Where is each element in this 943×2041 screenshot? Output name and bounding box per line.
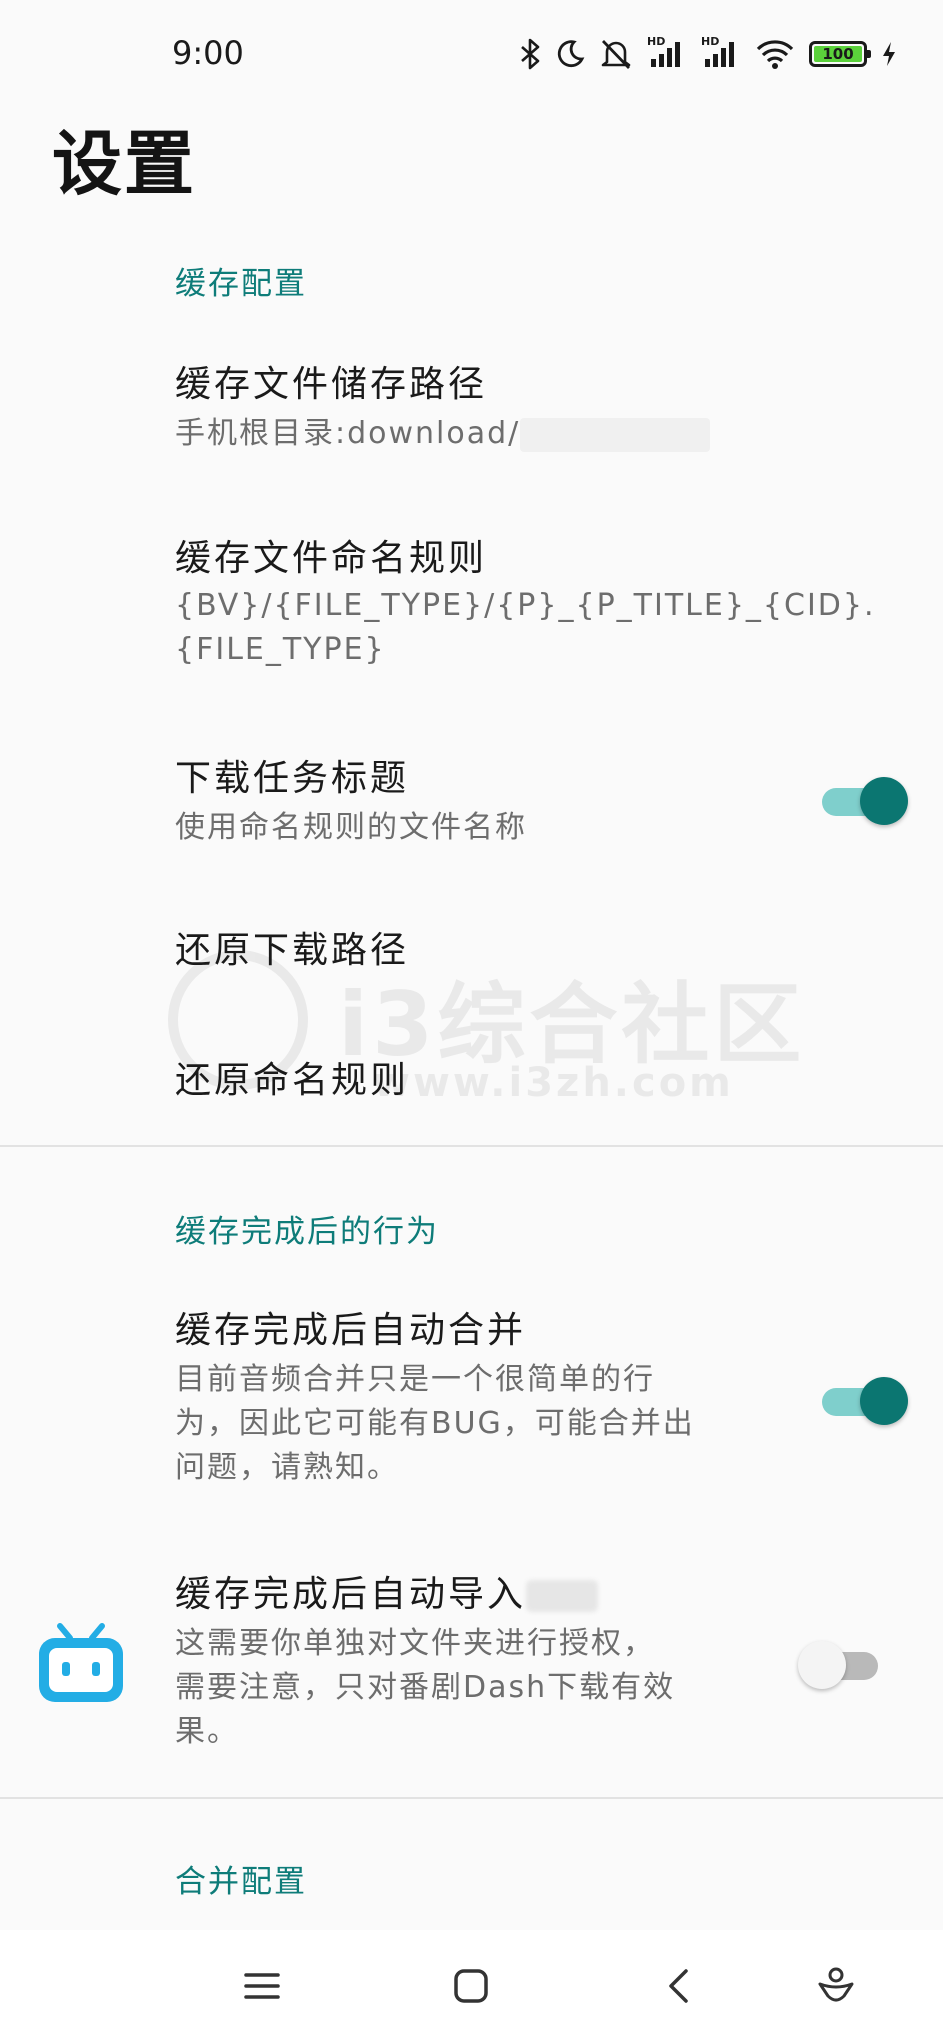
setting-subtitle: 手机根目录:download/ — [175, 412, 755, 456]
moon-icon — [557, 40, 585, 68]
setting-restore-path[interactable]: 还原下载路径 — [175, 926, 755, 976]
battery-tip — [867, 50, 871, 58]
redacted-word — [526, 1580, 599, 1612]
battery-level: 100 — [814, 45, 862, 63]
auto-import-switch[interactable] — [798, 1636, 882, 1692]
status-icons: HD HD 100 — [519, 34, 897, 74]
setting-auto-merge[interactable]: 缓存完成后自动合并 目前音频合并只是一个很简单的行 为，因此它可能有BUG，可能… — [175, 1306, 755, 1490]
setting-restore-naming[interactable]: 还原命名规则 — [175, 1056, 755, 1106]
setting-title: 缓存文件储存路径 — [175, 364, 488, 405]
switch-thumb — [860, 1377, 908, 1425]
switch-thumb — [798, 1641, 846, 1689]
settings-screen: 9:00 HD HD 100 设置 i3综合社区 www.i3zh.com 缓存… — [0, 0, 943, 2041]
setting-cache-path[interactable]: 缓存文件储存路径 手机根目录:download/ — [175, 360, 755, 456]
hd-label: HD — [647, 35, 666, 48]
navigation-bar — [0, 1930, 943, 2041]
setting-title: 缓存完成后自动导入 — [175, 1570, 755, 1620]
section-header-after-cache: 缓存完成后的行为 — [175, 1214, 439, 1250]
setting-title: 缓存文件命名规则 — [175, 538, 488, 579]
back-icon — [669, 1969, 688, 2003]
setting-title-text: 缓存完成后自动导入 — [175, 1574, 527, 1615]
section-divider — [0, 1797, 943, 1799]
assistant-button[interactable] — [806, 1956, 866, 2016]
menu-icon — [244, 1973, 280, 1999]
section-header-merge-config: 合并配置 — [175, 1864, 307, 1900]
setting-subtitle: 使用命名规则的文件名称 — [175, 810, 527, 845]
section-divider — [0, 1145, 943, 1147]
status-time: 9:00 — [172, 34, 244, 72]
setting-subtitle-line: 需要注意，只对番剧Dash下载有效 — [175, 1670, 676, 1705]
section-header-cache-config: 缓存配置 — [175, 266, 307, 302]
back-button[interactable] — [648, 1956, 708, 2016]
setting-subtitle-line: 目前音频合并只是一个很简单的行 — [175, 1362, 655, 1397]
setting-subtitle-line: 问题，请熟知。 — [175, 1450, 399, 1485]
charging-icon — [883, 42, 895, 66]
switch-thumb — [860, 777, 908, 825]
mute-icon — [601, 40, 631, 69]
path-text: 手机根目录:download/ — [175, 416, 521, 451]
signal-hd-2: HD — [701, 35, 741, 69]
status-bar: 9:00 HD HD 100 — [0, 0, 943, 110]
auto-merge-switch[interactable] — [822, 1372, 908, 1428]
battery-icon: 100 — [809, 41, 871, 67]
assistant-icon — [818, 1967, 854, 2002]
bilibili-tv-icon[interactable] — [36, 1622, 126, 1706]
bluetooth-icon — [521, 38, 540, 70]
setting-subtitle-line: 果。 — [175, 1714, 239, 1749]
setting-subtitle-line: {BV}/{FILE_TYPE}/{P}_{P_TITLE}_{CID}. — [175, 588, 876, 623]
page-title: 设置 — [52, 123, 196, 205]
menu-button[interactable] — [232, 1956, 292, 2016]
setting-subtitle-line: 为，因此它可能有BUG，可能合并出 — [175, 1406, 695, 1441]
hd-label: HD — [701, 35, 720, 48]
home-button[interactable] — [441, 1956, 501, 2016]
setting-subtitle-line: 这需要你单独对文件夹进行授权， — [175, 1626, 655, 1661]
redacted-block — [520, 417, 711, 452]
setting-title: 还原下载路径 — [175, 930, 410, 971]
wifi-icon — [756, 40, 794, 69]
setting-task-title[interactable]: 下载任务标题 使用命名规则的文件名称 — [175, 754, 755, 850]
task-title-switch[interactable] — [822, 772, 908, 828]
setting-subtitle-line: {FILE_TYPE} — [175, 632, 386, 667]
setting-naming-rule[interactable]: 缓存文件命名规则 {BV}/{FILE_TYPE}/{P}_{P_TITLE}_… — [175, 534, 876, 672]
home-icon — [454, 1969, 488, 2003]
setting-auto-import[interactable]: 缓存完成后自动导入 这需要你单独对文件夹进行授权， 需要注意，只对番剧Dash下… — [175, 1570, 755, 1754]
setting-title: 下载任务标题 — [175, 758, 410, 799]
signal-hd-1: HD — [647, 35, 687, 69]
setting-title: 缓存完成后自动合并 — [175, 1310, 527, 1351]
setting-title: 还原命名规则 — [175, 1060, 410, 1101]
